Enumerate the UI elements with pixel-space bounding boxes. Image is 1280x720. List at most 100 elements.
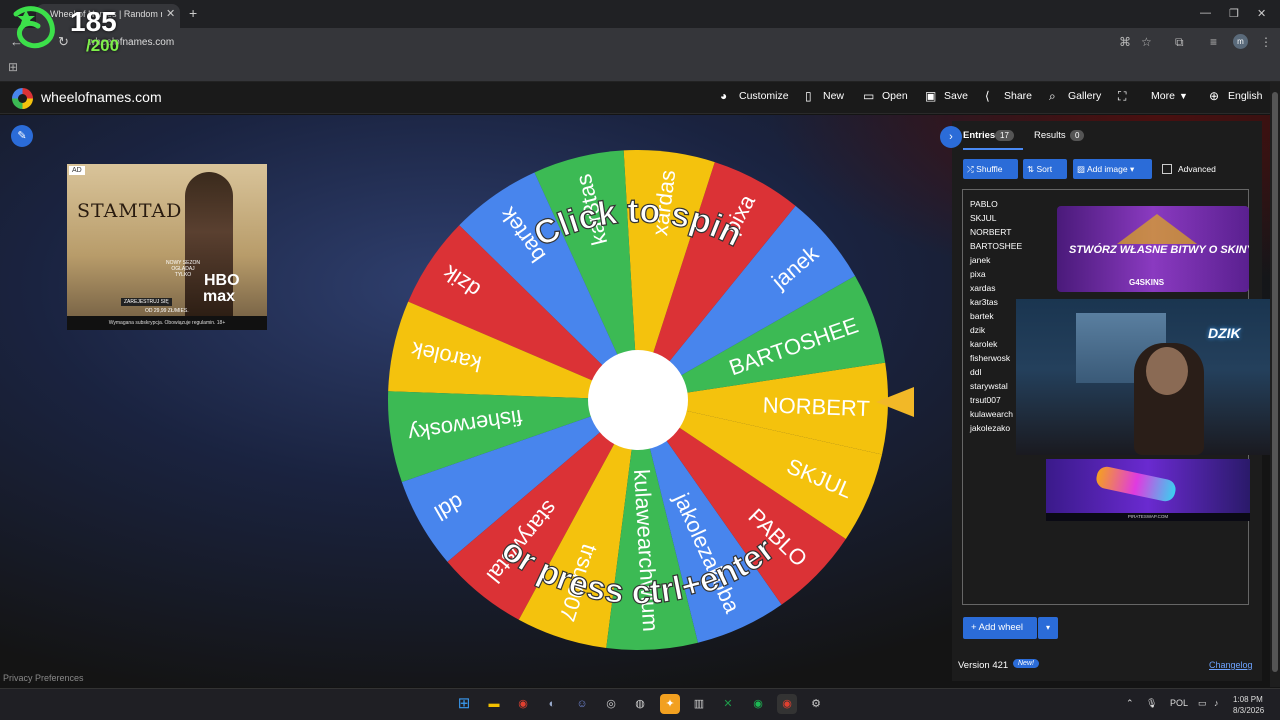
spotify-icon[interactable]: ◉ (748, 694, 768, 714)
translate-icon[interactable]: ⌘ (1119, 35, 1131, 49)
menu-new[interactable]: New (823, 90, 844, 102)
windows-start-icon[interactable]: ⊞ (454, 694, 474, 714)
site-name[interactable]: wheelofnames.com (41, 89, 162, 105)
close-window-icon[interactable]: ✕ (1257, 7, 1266, 20)
fullscreen-icon[interactable]: ⛶ (1118, 89, 1126, 104)
folder-icon[interactable]: ▭ (863, 89, 874, 103)
volume-icon[interactable]: ♪ (1214, 698, 1219, 708)
entry-item[interactable]: kar3tas (970, 297, 998, 307)
collapse-panel-icon[interactable]: › (940, 126, 962, 148)
mic-icon[interactable]: 🎙 (1146, 698, 1157, 709)
entry-item[interactable]: SKJUL (970, 213, 996, 223)
entry-item[interactable]: pixa (970, 269, 986, 279)
menu-share[interactable]: Share (1004, 90, 1032, 102)
url-input[interactable] (78, 32, 1158, 52)
add-wheel-button[interactable]: + Add wheel (963, 617, 1037, 639)
discord-icon[interactable]: ☺ (572, 694, 592, 714)
media-icon[interactable]: ≡ (1210, 35, 1217, 49)
entry-item[interactable]: dzik (970, 325, 985, 335)
ad-banner[interactable]: AD STAMTAD NOWY SEZON OGLĄDAJ TYLKO ZARE… (67, 164, 267, 330)
edit-pencil-icon[interactable]: ✎ (11, 125, 33, 147)
entry-item[interactable]: trsut007 (970, 395, 1001, 405)
menu-customize[interactable]: Customize (739, 90, 789, 102)
menu-save[interactable]: Save (944, 90, 968, 102)
share-icon[interactable]: ⟨ (985, 89, 990, 103)
ad-cta[interactable]: ZAREJESTRUJ SIĘ (121, 298, 172, 306)
excel-icon[interactable]: ✕ (718, 694, 738, 714)
chevron-down-icon[interactable]: ▼ (1179, 91, 1188, 101)
entry-item[interactable]: NORBERT (970, 227, 1011, 237)
site-logo[interactable] (12, 88, 33, 109)
language-indicator[interactable]: POL (1170, 698, 1188, 708)
menu-more[interactable]: More (1151, 90, 1175, 102)
entry-item[interactable]: xardas (970, 283, 996, 293)
promo-shape (1117, 214, 1197, 244)
ad-tagline: NOWY SEZON OGLĄDAJ TYLKO (165, 260, 201, 278)
tab-close-icon[interactable]: ✕ (166, 7, 175, 20)
entry-item[interactable]: starywstal (970, 381, 1008, 391)
entry-item[interactable]: kulawearch (970, 409, 1013, 419)
shuffle-button[interactable]: ⤮ Shuffle (963, 159, 1018, 179)
menu-gallery[interactable]: Gallery (1068, 90, 1101, 102)
entry-item[interactable]: bartek (970, 311, 994, 321)
wheel-svg[interactable]: NORBERTBARTOSHEEjanekpixaxardaskar3tasba… (386, 148, 890, 652)
entry-item[interactable]: karolek (970, 339, 997, 349)
bookmark-star-icon[interactable]: ☆ (1141, 35, 1152, 49)
chrome-icon[interactable]: ◉ (513, 694, 533, 714)
ad-price: OD 29,99 ZŁ/MIES. (145, 308, 189, 314)
save-icon[interactable]: ▣ (925, 89, 936, 103)
webcam-head (1146, 347, 1188, 395)
palette-icon[interactable]: ◕ (720, 89, 727, 103)
version-label: Version 421 (958, 660, 1009, 671)
steam-icon[interactable]: ◐ (542, 694, 562, 714)
settings-gear-icon[interactable]: ⚙ (806, 694, 826, 714)
knife-image (1094, 464, 1178, 504)
tray-chevron-icon[interactable]: ⌃ (1126, 698, 1134, 709)
new-tab-icon[interactable]: + (189, 5, 197, 21)
maximize-icon[interactable]: ❐ (1229, 7, 1239, 20)
shuffle-icon: ⤮ (967, 164, 977, 174)
app-icon[interactable]: ✦ (660, 694, 680, 714)
minimize-icon[interactable]: — (1200, 7, 1211, 19)
app-icon[interactable]: ◎ (601, 694, 621, 714)
apps-grid-icon[interactable]: ⊞ (8, 60, 18, 74)
entry-item[interactable]: PABLO (970, 199, 998, 209)
tab-entries[interactable]: Entries (963, 130, 995, 141)
clock-date[interactable]: 8/3/2026 (1233, 706, 1264, 715)
profile-avatar[interactable]: m (1233, 34, 1248, 49)
advanced-checkbox[interactable] (1162, 164, 1172, 174)
menu-language[interactable]: English (1228, 90, 1262, 102)
menu-open[interactable]: Open (882, 90, 908, 102)
scroll-thumb[interactable] (1272, 92, 1278, 672)
ad-badge: AD (69, 166, 85, 175)
app-icon[interactable]: ◍ (630, 694, 650, 714)
add-image-button[interactable]: ▨ Add image ▾ (1073, 159, 1152, 179)
privacy-preferences-link[interactable]: Privacy Preferences (3, 673, 84, 683)
new-file-icon[interactable]: ▯ (805, 89, 812, 103)
globe-icon[interactable]: ⊕ (1209, 89, 1219, 103)
pirateswap-promo-banner: PIRATESWAP.COM (1046, 459, 1250, 521)
app-icon[interactable]: ▥ (689, 694, 709, 714)
network-icon[interactable]: ▭ (1198, 698, 1207, 709)
entry-item[interactable]: ddl (970, 367, 981, 377)
wheel-pointer (876, 387, 914, 417)
sort-button[interactable]: ⇅ Sort (1023, 159, 1067, 179)
name-wheel[interactable]: NORBERT BARTOSHEE janek pixa xardas kar3tas ba… (386, 148, 890, 652)
results-count-badge: 0 (1070, 130, 1085, 141)
entry-item[interactable]: jakolezako (970, 423, 1010, 433)
entry-item[interactable]: janek (970, 255, 990, 265)
entry-item[interactable]: fisherwosk (970, 353, 1010, 363)
wheel-hub[interactable] (588, 350, 688, 450)
chrome-active-icon[interactable]: ◉ (777, 694, 797, 714)
browser-menu-icon[interactable]: ⋮ (1260, 35, 1272, 49)
entry-item[interactable]: BARTOSHEE (970, 241, 1022, 251)
swirl-logo-icon (13, 6, 55, 49)
tab-results[interactable]: Results (1034, 130, 1066, 141)
file-explorer-icon[interactable]: ▬ (484, 694, 504, 714)
changelog-link[interactable]: Changelog (1209, 660, 1253, 670)
ad-brand-bottom: max (203, 288, 236, 305)
search-icon[interactable]: ⌕ (1049, 89, 1056, 104)
clock-time[interactable]: 1:08 PM (1233, 695, 1263, 704)
add-wheel-dropdown[interactable]: ▾ (1038, 617, 1058, 639)
extensions-icon[interactable]: ⧉ (1175, 35, 1184, 50)
